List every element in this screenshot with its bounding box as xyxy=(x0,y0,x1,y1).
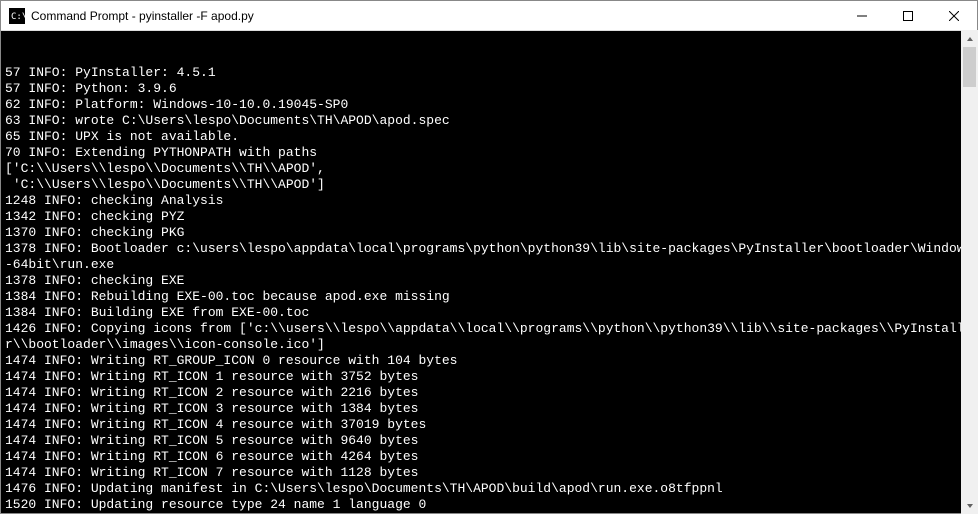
close-button[interactable] xyxy=(931,1,977,30)
window-controls xyxy=(839,1,977,30)
window-title: Command Prompt - pyinstaller -F apod.py xyxy=(31,9,839,23)
titlebar[interactable]: C:\ Command Prompt - pyinstaller -F apod… xyxy=(1,1,977,31)
scroll-up-arrow-icon[interactable] xyxy=(961,30,978,47)
terminal-output[interactable]: 57 INFO: PyInstaller: 4.5.1 57 INFO: Pyt… xyxy=(1,31,977,513)
scrollbar-track[interactable] xyxy=(961,47,978,497)
app-icon: C:\ xyxy=(9,8,25,24)
minimize-button[interactable] xyxy=(839,1,885,30)
vertical-scrollbar[interactable] xyxy=(961,30,978,514)
terminal-text: 57 INFO: PyInstaller: 4.5.1 57 INFO: Pyt… xyxy=(5,65,973,513)
maximize-button[interactable] xyxy=(885,1,931,30)
svg-text:C:\: C:\ xyxy=(11,12,25,22)
command-prompt-window: C:\ Command Prompt - pyinstaller -F apod… xyxy=(0,0,978,514)
scrollbar-thumb[interactable] xyxy=(963,47,976,87)
scroll-down-arrow-icon[interactable] xyxy=(961,497,978,514)
